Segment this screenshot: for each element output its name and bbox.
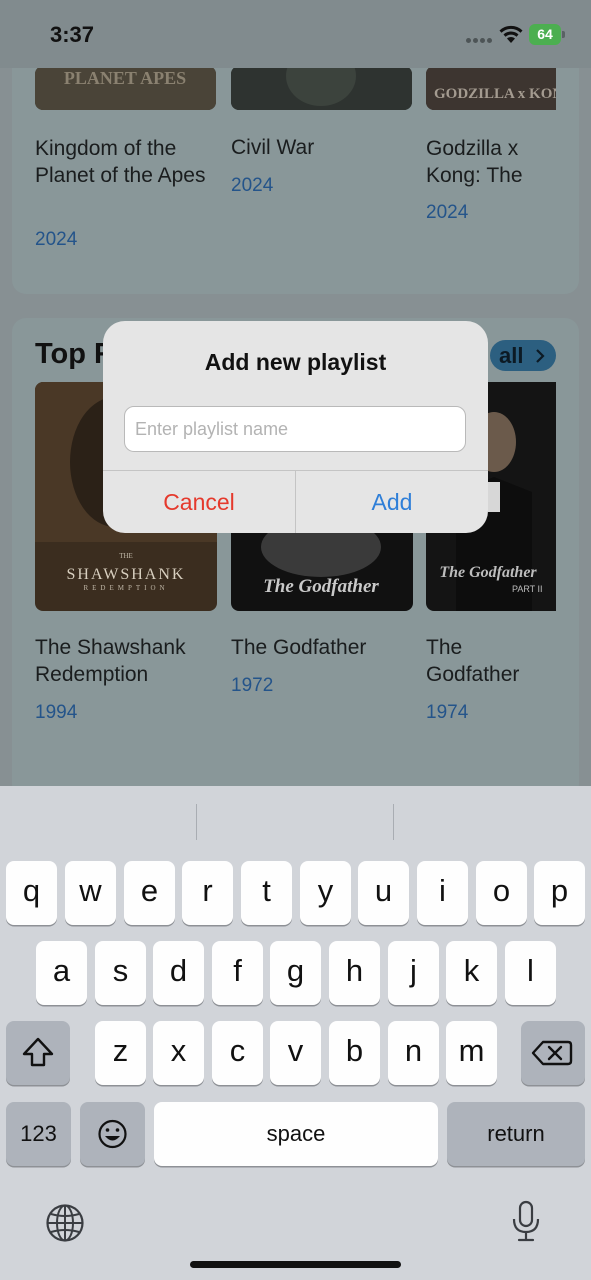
- poster-title-text: GODZILLA x KONG THE NEW EMPIRE: [434, 86, 556, 102]
- movie-title: Kingdom of the Planet of the Apes: [35, 137, 206, 187]
- poster-title-text: PLANET APES: [64, 68, 186, 88]
- key-l[interactable]: l: [505, 941, 556, 1005]
- key-d[interactable]: d: [153, 941, 204, 1005]
- movie-poster[interactable]: [231, 66, 412, 110]
- space-key[interactable]: space: [154, 1102, 438, 1166]
- battery-icon: 64: [529, 24, 565, 45]
- dialog-title: Add new playlist: [204, 349, 387, 375]
- poster-subtitle-text: REDEMPTION: [83, 584, 168, 592]
- globe-icon[interactable]: [44, 1202, 86, 1244]
- movie-year: 1974: [426, 702, 469, 723]
- key-b[interactable]: b: [329, 1021, 380, 1085]
- movie-year: 2024: [35, 229, 78, 250]
- key-n[interactable]: n: [388, 1021, 439, 1085]
- key-p[interactable]: p: [534, 861, 585, 925]
- movie-title: The Shawshank Redemption: [35, 636, 186, 686]
- key-j[interactable]: j: [388, 941, 439, 1005]
- home-indicator[interactable]: [190, 1261, 401, 1268]
- key-h[interactable]: h: [329, 941, 380, 1005]
- movie-poster[interactable]: GODZILLA x KONG THE NEW EMPIRE: [426, 66, 556, 110]
- key-r[interactable]: r: [182, 861, 233, 925]
- on-screen-keyboard: q w e r t y u i o p a s d f g h j k l z …: [0, 786, 591, 1280]
- add-button[interactable]: Add: [296, 471, 488, 533]
- movie-poster[interactable]: PLANET APES: [35, 66, 216, 110]
- shift-icon: [22, 1037, 54, 1067]
- emoji-icon: [98, 1119, 127, 1149]
- key-a[interactable]: a: [36, 941, 87, 1005]
- movie-year: 2024: [231, 175, 274, 196]
- see-all-button[interactable]: all: [490, 340, 556, 371]
- wifi-icon: [499, 25, 523, 43]
- key-m[interactable]: m: [446, 1021, 497, 1085]
- key-g[interactable]: g: [270, 941, 321, 1005]
- key-t[interactable]: t: [241, 861, 292, 925]
- key-e[interactable]: e: [124, 861, 175, 925]
- poster-title-text: SHAWSHANK: [67, 566, 186, 583]
- return-key[interactable]: return: [447, 1102, 585, 1166]
- cancel-button[interactable]: Cancel: [103, 471, 295, 533]
- poster-title-text: The Godfather: [263, 576, 379, 597]
- playlist-name-input[interactable]: [124, 406, 466, 452]
- movie-title: The Godfather Part II: [426, 636, 520, 686]
- suggestion-divider: [196, 804, 197, 840]
- chevron-right-icon: [536, 349, 545, 363]
- movie-title: Godzilla x Kong: The New Empire: [426, 137, 523, 187]
- backspace-icon: [531, 1040, 573, 1066]
- key-u[interactable]: u: [358, 861, 409, 925]
- key-o[interactable]: o: [476, 861, 527, 925]
- movie-year: 1972: [231, 675, 274, 696]
- key-z[interactable]: z: [95, 1021, 146, 1085]
- movie-year: 1994: [35, 702, 78, 723]
- see-all-label: all: [499, 343, 524, 368]
- key-v[interactable]: v: [270, 1021, 321, 1085]
- movie-title: Civil War: [231, 136, 315, 159]
- cellular-signal-icon: [466, 38, 492, 44]
- add-playlist-dialog: Add new playlist Cancel Add: [103, 321, 488, 533]
- poster-title-text: The Godfather: [439, 564, 537, 581]
- key-k[interactable]: k: [446, 941, 497, 1005]
- shift-key[interactable]: [6, 1021, 70, 1085]
- movie-year: 2024: [426, 202, 469, 223]
- movie-title: The Godfather: [231, 636, 367, 659]
- key-f[interactable]: f: [212, 941, 263, 1005]
- suggestion-divider: [393, 804, 394, 840]
- key-y[interactable]: y: [300, 861, 351, 925]
- emoji-key[interactable]: [80, 1102, 145, 1166]
- poster-prefix-text: THE: [119, 552, 133, 560]
- key-x[interactable]: x: [153, 1021, 204, 1085]
- key-i[interactable]: i: [417, 861, 468, 925]
- delete-key[interactable]: [521, 1021, 585, 1085]
- key-s[interactable]: s: [95, 941, 146, 1005]
- key-q[interactable]: q: [6, 861, 57, 925]
- battery-level: 64: [529, 24, 561, 45]
- microphone-icon[interactable]: [510, 1200, 542, 1244]
- key-w[interactable]: w: [65, 861, 116, 925]
- status-time: 3:37: [50, 22, 95, 47]
- numbers-key[interactable]: 123: [6, 1102, 71, 1166]
- status-bar: 3:37 64: [0, 0, 591, 68]
- key-c[interactable]: c: [212, 1021, 263, 1085]
- poster-subtitle-text: PART II: [512, 584, 543, 594]
